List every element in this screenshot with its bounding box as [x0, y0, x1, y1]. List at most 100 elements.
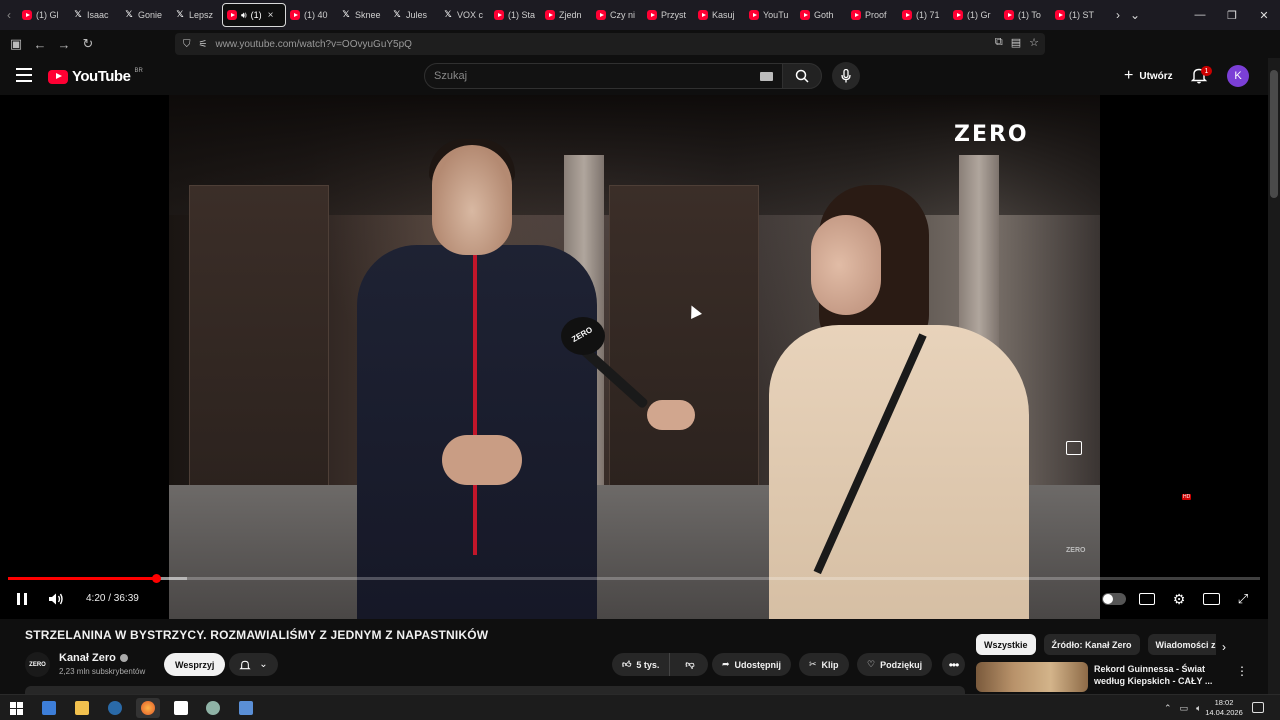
- scrollbar-thumb[interactable]: [1270, 70, 1278, 198]
- close-window-button[interactable]: ✕: [1248, 0, 1280, 30]
- chevron-right-icon[interactable]: ›: [1222, 640, 1226, 654]
- url-text[interactable]: www.youtube.com/watch?v=OOvyuGuY5pQ: [215, 39, 411, 50]
- tab-title: (1) Gl: [36, 10, 59, 20]
- more-actions-button[interactable]: •••: [942, 653, 965, 676]
- browser-tab[interactable]: Zjedn: [541, 3, 592, 27]
- back-button[interactable]: ←: [28, 32, 52, 56]
- filter-chip[interactable]: Wszystkie: [976, 634, 1036, 655]
- browser-tab[interactable]: Proof: [847, 3, 898, 27]
- youtube-icon: [851, 10, 861, 20]
- speaker-tray-icon[interactable]: 🔈︎: [1196, 703, 1201, 714]
- taskbar-firefox[interactable]: [136, 698, 160, 718]
- browser-tab[interactable]: YouTu: [745, 3, 796, 27]
- reload-button[interactable]: ↻: [76, 32, 100, 56]
- page-scrollbar[interactable]: [1268, 58, 1280, 694]
- browser-tab[interactable]: (1) To: [1000, 3, 1051, 27]
- tab-list-dropdown-icon[interactable]: ⌄: [1130, 8, 1140, 22]
- recommendation-title[interactable]: Rekord Guinnessa - Świat według Kiepskic…: [1094, 663, 1224, 687]
- pause-button[interactable]: [14, 589, 30, 609]
- video-frame[interactable]: ZERO ZERO: [169, 95, 1100, 619]
- browser-tab[interactable]: 𝕏 Sknee: [337, 3, 388, 27]
- browser-tab[interactable]: 𝕏 Jules: [388, 3, 439, 27]
- tab-audio-speaker-icon[interactable]: 🔊︎: [241, 10, 247, 21]
- browser-tab[interactable]: (1) Gl: [18, 3, 69, 27]
- taskbar-steam[interactable]: [103, 698, 127, 718]
- taskbar-calculator[interactable]: [234, 698, 258, 718]
- browser-tab[interactable]: Kasuj: [694, 3, 745, 27]
- browser-tab[interactable]: Goth: [796, 3, 847, 27]
- tab-scroll-right-icon[interactable]: ›: [1116, 8, 1120, 22]
- taskbar-notion[interactable]: [169, 698, 193, 718]
- video-player[interactable]: ZERO ZERO ZERO 4:20 / 36:39 ⚙ ⤢: [0, 95, 1268, 619]
- sidebar-toggle-icon[interactable]: ▣: [4, 32, 28, 56]
- progress-bar[interactable]: [8, 574, 1260, 583]
- theater-mode-button[interactable]: [1201, 589, 1221, 609]
- account-avatar[interactable]: K: [1227, 65, 1249, 87]
- hamburger-menu-icon[interactable]: [16, 68, 32, 82]
- create-button[interactable]: + Utwórz: [1116, 64, 1181, 88]
- gear-icon: ⚙: [1172, 590, 1186, 607]
- like-button[interactable]: 👍︎ 5 tys.: [612, 653, 671, 676]
- clip-button[interactable]: ✂ Klip: [799, 653, 849, 676]
- taskbar-app-globe[interactable]: [201, 698, 225, 718]
- notification-subscription-button[interactable]: ⌄: [229, 653, 278, 676]
- site-shield-icon[interactable]: ⛉: [183, 39, 191, 50]
- browser-tab[interactable]: Czy ni: [592, 3, 643, 27]
- minimize-window-button[interactable]: —: [1184, 0, 1216, 30]
- restore-window-button[interactable]: ❐: [1216, 0, 1248, 30]
- forward-button[interactable]: →: [52, 32, 76, 56]
- browser-tab[interactable]: 𝕏 Lepsz: [171, 3, 222, 27]
- fullscreen-button[interactable]: ⤢: [1233, 589, 1253, 609]
- mute-button[interactable]: [46, 589, 66, 609]
- channel-name-link[interactable]: Kanał Zero: [59, 652, 128, 664]
- url-bar[interactable]: ⛉ ⚟ www.youtube.com/watch?v=OOvyuGuY5pQ …: [175, 33, 1045, 55]
- tab-close-icon[interactable]: ×: [268, 10, 274, 21]
- channel-name[interactable]: Kanał Zero: [59, 652, 116, 664]
- picture-in-picture-icon[interactable]: ⧉: [995, 36, 1003, 49]
- dislike-button[interactable]: 👎︎: [675, 653, 704, 676]
- page-settings-icon[interactable]: ⚟: [199, 39, 208, 50]
- search-icon: [795, 69, 809, 83]
- miniplayer-icon[interactable]: [1066, 441, 1082, 455]
- voice-search-button[interactable]: [832, 62, 860, 90]
- search-button[interactable]: [782, 63, 822, 89]
- notification-center-icon[interactable]: [1252, 702, 1264, 713]
- start-button[interactable]: [4, 698, 28, 718]
- browser-tab[interactable]: (1) Gr: [949, 3, 1000, 27]
- reader-view-icon[interactable]: ▤: [1011, 36, 1021, 49]
- recommendation-menu-icon[interactable]: ⋮: [1236, 664, 1248, 678]
- recommendation-thumbnail[interactable]: [976, 662, 1088, 692]
- subscriber-count: 2,23 mln subskrybentów: [59, 667, 146, 676]
- taskbar-clock[interactable]: 18:02 14.04.2026: [1204, 698, 1244, 718]
- browser-tab[interactable]: 𝕏 Isaac: [69, 3, 120, 27]
- browser-tab[interactable]: Przyst: [643, 3, 694, 27]
- settings-button[interactable]: ⚙: [1169, 589, 1189, 609]
- fullscreen-icon: ⤢: [1237, 591, 1249, 606]
- subtitles-button[interactable]: [1137, 589, 1157, 609]
- browser-tab[interactable]: 🔊︎ (1) ×: [222, 3, 286, 27]
- progress-scrubber-handle[interactable]: [151, 574, 161, 583]
- filter-chip[interactable]: Źródło: Kanał Zero: [1043, 634, 1140, 655]
- taskbar-file-explorer[interactable]: [70, 698, 94, 718]
- browser-tab[interactable]: (1) Sta: [490, 3, 541, 27]
- search-input[interactable]: [434, 70, 754, 82]
- taskbar-app-monitor[interactable]: [37, 698, 61, 718]
- filter-chip[interactable]: Wiadomości z: [1147, 634, 1216, 655]
- steam-icon: [108, 701, 122, 715]
- share-button[interactable]: ➦ Udostępnij: [712, 653, 792, 676]
- keyboard-icon[interactable]: [760, 72, 773, 81]
- browser-tab[interactable]: 𝕏 Gonie: [120, 3, 171, 27]
- browser-tab[interactable]: (1) 71: [898, 3, 949, 27]
- tab-scroll-left-icon[interactable]: ‹: [0, 0, 18, 30]
- network-icon[interactable]: ▭: [1180, 703, 1189, 714]
- browser-tab[interactable]: (1) 40: [286, 3, 337, 27]
- bookmark-star-icon[interactable]: ☆: [1029, 36, 1039, 49]
- browser-tab[interactable]: 𝕏 VOX c: [439, 3, 490, 27]
- channel-avatar[interactable]: ZERO: [25, 652, 50, 677]
- browser-tab[interactable]: (1) ST: [1051, 3, 1102, 27]
- tray-overflow-chevron-icon[interactable]: ⌃: [1164, 703, 1172, 714]
- thanks-button[interactable]: ♡ Podziękuj: [857, 653, 933, 676]
- youtube-logo[interactable]: YouTube BR: [48, 68, 143, 85]
- support-button[interactable]: Wesprzyj: [164, 653, 226, 676]
- autoplay-toggle[interactable]: [1102, 589, 1126, 609]
